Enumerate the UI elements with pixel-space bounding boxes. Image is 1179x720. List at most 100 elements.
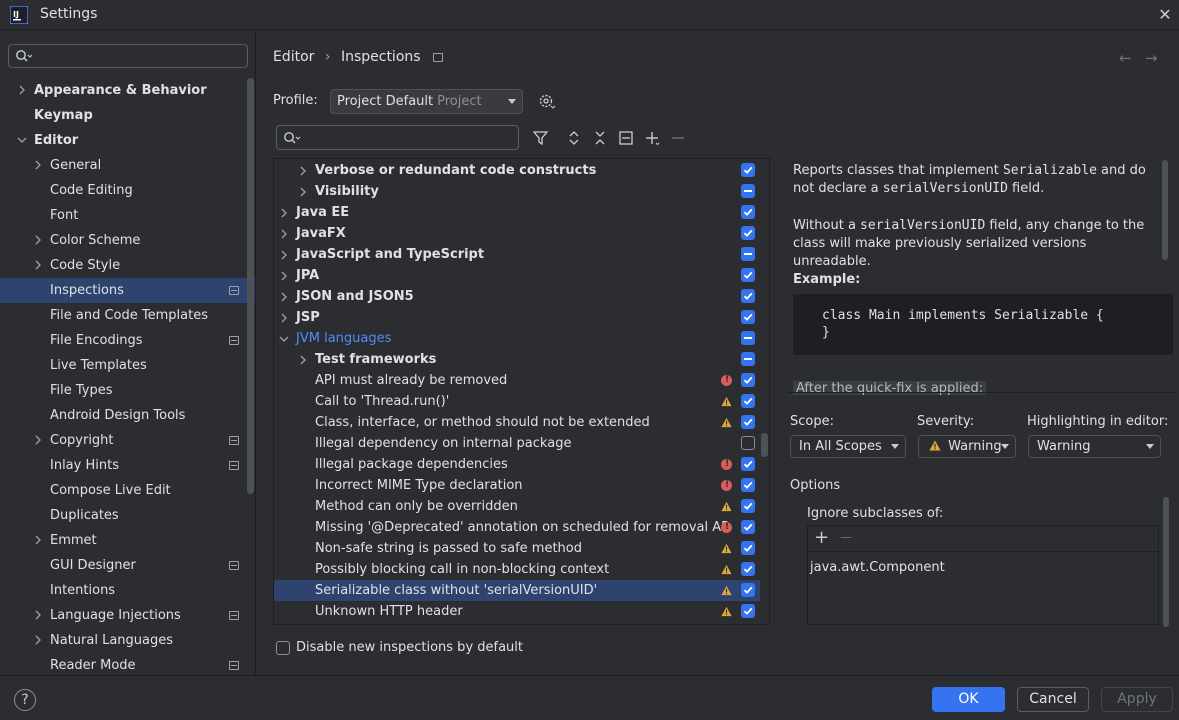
close-icon[interactable]: ✕ <box>1155 5 1175 25</box>
gear-icon[interactable] <box>538 93 556 111</box>
options-scrollbar[interactable] <box>1163 497 1169 627</box>
sidebar-item[interactable]: File Encodings <box>50 328 143 353</box>
sidebar-item[interactable]: Inlay Hints <box>50 453 119 478</box>
checkbox[interactable] <box>741 583 755 597</box>
disable-new-checkbox[interactable] <box>276 641 290 655</box>
sidebar-item[interactable]: Inspections <box>50 278 124 303</box>
checkbox[interactable] <box>741 163 755 177</box>
checkbox[interactable] <box>741 394 755 408</box>
remove-icon[interactable]: — <box>840 530 852 544</box>
add-icon[interactable]: + <box>814 527 829 548</box>
inspection-row[interactable]: Serializable class without 'serialVersio… <box>274 580 760 601</box>
inspection-row[interactable]: Java EE <box>274 202 760 223</box>
checkbox[interactable] <box>741 436 755 450</box>
checkbox[interactable] <box>741 373 755 387</box>
sidebar-item[interactable]: Code Editing <box>50 178 133 203</box>
chevron-right-icon[interactable] <box>32 534 44 546</box>
inspection-row[interactable]: Possibly blocking call in non-blocking c… <box>274 559 760 580</box>
description-scrollbar[interactable] <box>1162 160 1168 260</box>
checkbox[interactable] <box>741 310 755 324</box>
partial-checkbox[interactable] <box>741 352 755 366</box>
back-arrow-icon[interactable]: ← <box>1119 49 1132 67</box>
inspection-row[interactable]: Illegal dependency on internal package <box>274 433 760 454</box>
sidebar-item[interactable]: Natural Languages <box>50 628 173 653</box>
checkbox[interactable] <box>741 478 755 492</box>
scope-dropdown[interactable]: In All Scopes <box>790 435 906 458</box>
partial-checkbox[interactable] <box>741 247 755 261</box>
partial-checkbox[interactable] <box>741 331 755 345</box>
ok-button[interactable]: OK <box>932 687 1005 712</box>
sidebar-item[interactable]: Color Scheme <box>50 228 140 253</box>
sidebar-item[interactable]: Live Templates <box>50 353 147 378</box>
sidebar-item[interactable]: Keymap <box>34 103 93 128</box>
sidebar-item[interactable]: Intentions <box>50 578 115 603</box>
inspection-row[interactable]: Visibility <box>274 181 760 202</box>
collapse-all-icon[interactable] <box>592 130 608 146</box>
chevron-right-icon[interactable] <box>32 259 44 271</box>
sidebar-item[interactable]: File Types <box>50 378 113 403</box>
sidebar-item[interactable]: Appearance & Behavior <box>34 78 207 103</box>
sidebar-item[interactable]: Language Injections <box>50 603 181 628</box>
inspection-row[interactable]: Class, interface, or method should not b… <box>274 412 760 433</box>
chevron-right-icon[interactable] <box>297 165 309 177</box>
cancel-button[interactable]: Cancel <box>1017 687 1089 712</box>
profile-dropdown[interactable]: Project Default Project <box>330 89 523 114</box>
chevron-right-icon[interactable] <box>297 186 309 198</box>
chevron-right-icon[interactable] <box>32 234 44 246</box>
chevron-right-icon[interactable] <box>32 609 44 621</box>
forward-arrow-icon[interactable]: → <box>1145 49 1158 67</box>
sidebar-item[interactable]: Editor <box>34 128 78 153</box>
inspection-row[interactable]: JavaFX <box>274 223 760 244</box>
sidebar-item[interactable]: Code Style <box>50 253 120 278</box>
inspection-row[interactable]: Unknown HTTP header <box>274 601 760 622</box>
checkbox[interactable] <box>741 268 755 282</box>
chevron-right-icon[interactable] <box>297 354 309 366</box>
inspection-row[interactable]: Method can only be overridden <box>274 496 760 517</box>
inspection-row[interactable]: Test frameworks <box>274 349 760 370</box>
checkbox[interactable] <box>741 226 755 240</box>
sidebar-scrollbar[interactable] <box>247 78 254 494</box>
inspection-row[interactable]: Missing '@Deprecated' annotation on sche… <box>274 517 760 538</box>
chevron-right-icon[interactable] <box>32 434 44 446</box>
filter-icon[interactable] <box>533 130 549 146</box>
sidebar-item[interactable]: Duplicates <box>50 503 119 528</box>
sidebar-item[interactable]: Emmet <box>50 528 97 553</box>
checkbox[interactable] <box>741 289 755 303</box>
apply-button[interactable]: Apply <box>1101 687 1173 712</box>
help-icon[interactable]: ? <box>14 689 36 711</box>
add-icon[interactable] <box>644 130 660 146</box>
inspection-search-input[interactable] <box>276 125 519 150</box>
chevron-right-icon[interactable] <box>278 291 290 303</box>
inspection-row[interactable]: JSP <box>274 307 760 328</box>
chevron-right-icon[interactable] <box>16 84 28 96</box>
chevron-right-icon[interactable] <box>278 312 290 324</box>
checkbox[interactable] <box>741 457 755 471</box>
chevron-right-icon[interactable] <box>32 634 44 646</box>
inspection-row[interactable]: JVM languages <box>274 328 760 349</box>
checkbox[interactable] <box>741 604 755 618</box>
remove-icon[interactable] <box>670 130 686 146</box>
inspection-row[interactable]: API must already be removed <box>274 370 760 391</box>
inspections-tree-scrollbar[interactable] <box>761 433 768 457</box>
list-item[interactable]: java.awt.Component <box>810 560 945 575</box>
sidebar-item[interactable]: GUI Designer <box>50 553 136 578</box>
partial-checkbox[interactable] <box>741 184 755 198</box>
checkbox[interactable] <box>741 541 755 555</box>
sidebar-item[interactable]: File and Code Templates <box>50 303 208 328</box>
sidebar-item[interactable]: Android Design Tools <box>50 403 185 428</box>
inspection-row[interactable]: JPA <box>274 265 760 286</box>
breadcrumb-editor[interactable]: Editor <box>273 49 314 65</box>
highlighting-dropdown[interactable]: Warning <box>1028 435 1161 458</box>
chevron-right-icon[interactable] <box>278 270 290 282</box>
inspection-row[interactable]: Call to 'Thread.run()' <box>274 391 760 412</box>
sidebar-item[interactable]: General <box>50 153 101 178</box>
inspection-row[interactable]: Incorrect MIME Type declaration <box>274 475 760 496</box>
chevron-right-icon[interactable] <box>32 159 44 171</box>
chevron-down-icon[interactable] <box>278 333 290 345</box>
sidebar-item[interactable]: Font <box>50 203 78 228</box>
expand-all-icon[interactable] <box>566 130 582 146</box>
inspection-row[interactable]: Verbose or redundant code constructs <box>274 160 760 181</box>
checkbox[interactable] <box>741 562 755 576</box>
inspection-row[interactable]: Non-safe string is passed to safe method <box>274 538 760 559</box>
sidebar-search-input[interactable] <box>8 44 248 68</box>
